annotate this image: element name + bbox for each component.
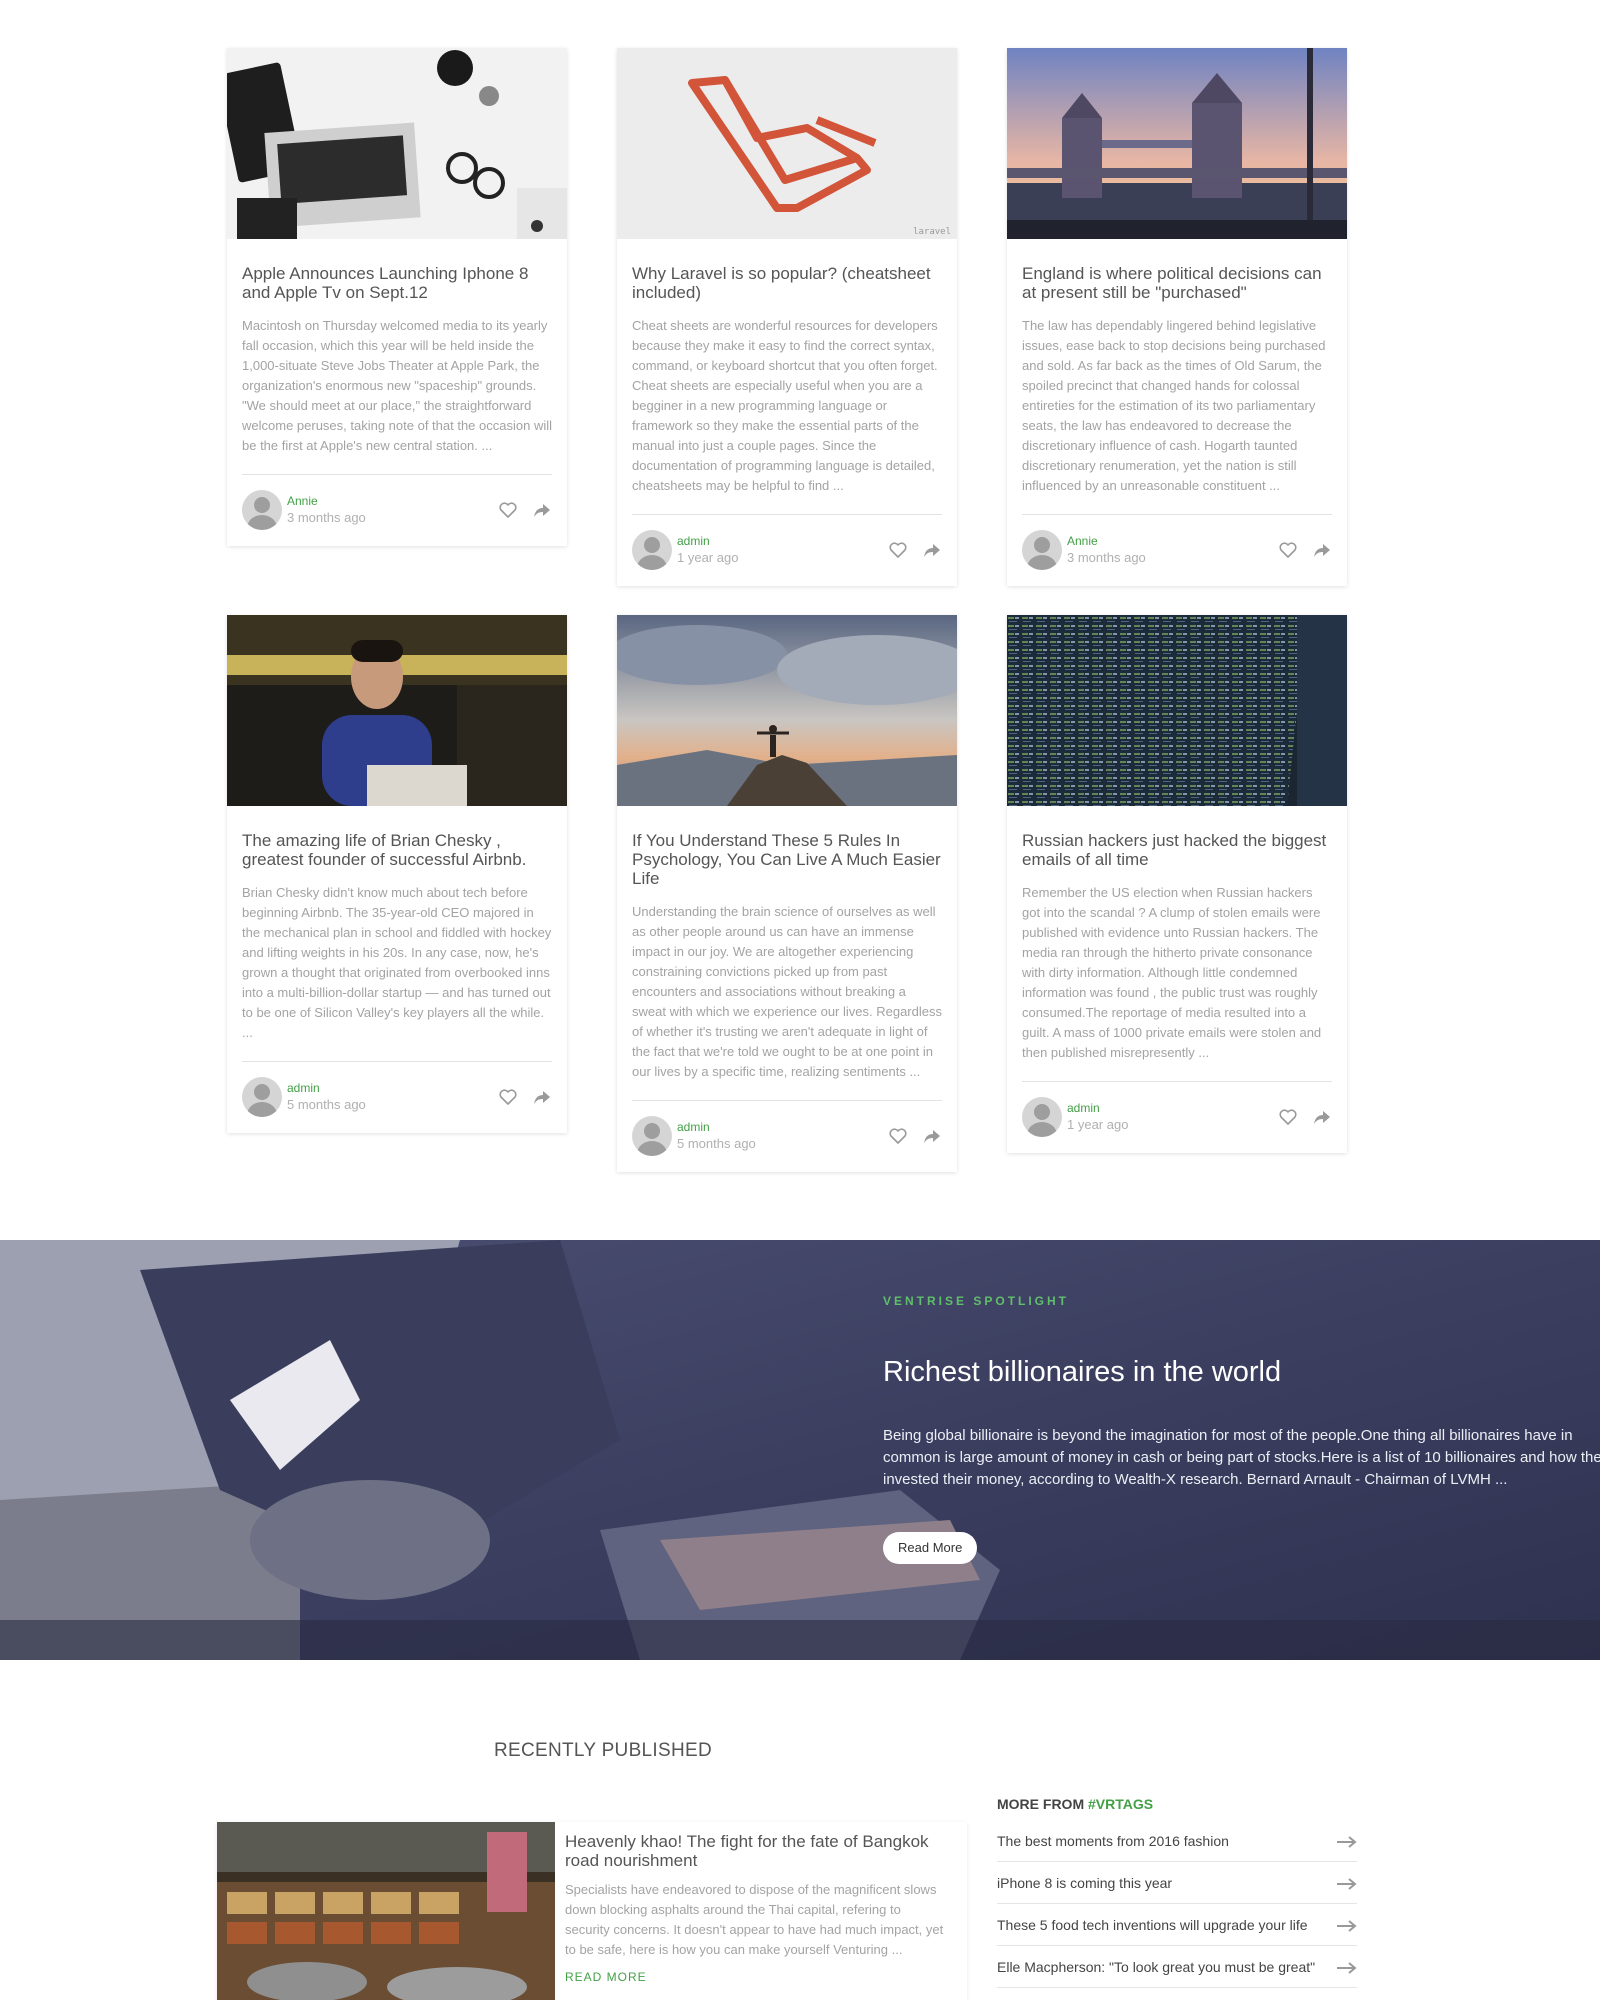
post-date: 1 year ago xyxy=(677,550,739,565)
author-name[interactable]: admin xyxy=(677,533,738,549)
article-excerpt: Remember the US election when Russian ha… xyxy=(1022,885,1322,1060)
author-name[interactable]: admin xyxy=(1067,1100,1128,1116)
post-date: 3 months ago xyxy=(287,510,366,525)
share-icon[interactable] xyxy=(922,1126,942,1146)
article-excerpt: Brian Chesky didn't know much about tech… xyxy=(242,885,552,1040)
more-from-heading: MORE FROM #VRTAGS xyxy=(997,1796,1357,1812)
article-title[interactable]: England is where political decisions can… xyxy=(1022,264,1332,302)
article-image[interactable] xyxy=(227,615,567,806)
heart-icon[interactable] xyxy=(888,1126,908,1146)
article-image[interactable] xyxy=(617,615,957,806)
more-from-label: MORE FROM xyxy=(997,1796,1085,1812)
author-name[interactable]: Annie xyxy=(287,493,366,509)
article-title[interactable]: If You Understand These 5 Rules In Psych… xyxy=(632,831,942,888)
spotlight-section: VENTRISE SPOTLIGHT Richest billionaires … xyxy=(0,1240,1600,1660)
list-item-label[interactable]: Elle Macpherson: "To look great you must… xyxy=(997,1959,1315,1975)
share-icon[interactable] xyxy=(922,540,942,560)
article-title[interactable]: Russian hackers just hacked the biggest … xyxy=(1022,831,1332,869)
article-footer: admin 1 year ago xyxy=(632,515,942,586)
recent-article-excerpt: Specialists have endeavored to dispose o… xyxy=(565,1882,944,1957)
spotlight-excerpt: Being global billionaire is beyond the i… xyxy=(883,1427,1600,1488)
author-name[interactable]: Annie xyxy=(1067,533,1146,549)
heart-icon[interactable] xyxy=(498,500,518,520)
more-from-tag[interactable]: #VRTAGS xyxy=(1088,1796,1153,1812)
list-item-label[interactable]: These 5 food tech inventions will upgrad… xyxy=(997,1917,1308,1933)
list-item[interactable]: These 5 food tech inventions will upgrad… xyxy=(997,1904,1357,1946)
read-more-button[interactable]: Read More xyxy=(883,1532,978,1564)
article-footer: admin 5 months ago xyxy=(632,1101,942,1172)
recent-article-card[interactable]: Heavenly khao! The fight for the fate of… xyxy=(217,1822,967,2000)
article-excerpt: Cheat sheets are wonderful resources for… xyxy=(632,318,938,493)
article-footer: Annie 3 months ago xyxy=(242,475,552,546)
heart-icon[interactable] xyxy=(888,540,908,560)
article-image[interactable] xyxy=(1007,615,1347,806)
avatar[interactable] xyxy=(632,530,672,570)
post-date: 5 months ago xyxy=(287,1097,366,1112)
more-from-widget: MORE FROM #VRTAGS The best moments from … xyxy=(997,1796,1357,1988)
article-footer: admin 5 months ago xyxy=(242,1062,552,1133)
article-card[interactable]: The amazing life of Brian Chesky , great… xyxy=(227,615,567,1133)
avatar[interactable] xyxy=(242,490,282,530)
recent-article-image[interactable] xyxy=(217,1822,555,2000)
article-excerpt: Understanding the brain science of ourse… xyxy=(632,904,942,1079)
article-card[interactable]: If You Understand These 5 Rules In Psych… xyxy=(617,615,957,1172)
avatar[interactable] xyxy=(1022,530,1062,570)
article-title[interactable]: Apple Announces Launching Iphone 8 and A… xyxy=(242,264,552,302)
share-icon[interactable] xyxy=(1312,1107,1332,1127)
arrow-right-icon[interactable] xyxy=(1337,1961,1357,1974)
article-excerpt: Macintosh on Thursday welcomed media to … xyxy=(242,318,553,453)
article-card[interactable]: Russian hackers just hacked the biggest … xyxy=(1007,615,1347,1153)
spotlight-kicker: VENTRISE SPOTLIGHT xyxy=(883,1294,1070,1308)
avatar[interactable] xyxy=(242,1077,282,1117)
list-item[interactable]: Elle Macpherson: "To look great you must… xyxy=(997,1946,1357,1988)
post-date: 3 months ago xyxy=(1067,550,1146,565)
article-footer: admin 1 year ago xyxy=(1022,1082,1332,1153)
recent-read-more-link[interactable]: READ MORE xyxy=(565,1970,945,1984)
heart-icon[interactable] xyxy=(498,1087,518,1107)
share-icon[interactable] xyxy=(1312,540,1332,560)
post-date: 1 year ago xyxy=(1067,1117,1129,1132)
article-title[interactable]: Why Laravel is so popular? (cheatsheet i… xyxy=(632,264,942,302)
avatar[interactable] xyxy=(632,1116,672,1156)
article-image[interactable]: laravel xyxy=(617,48,957,239)
post-date: 5 months ago xyxy=(677,1136,756,1151)
more-from-list: The best moments from 2016 fashion iPhon… xyxy=(997,1820,1357,1988)
arrow-right-icon[interactable] xyxy=(1337,1835,1357,1848)
heart-icon[interactable] xyxy=(1278,1107,1298,1127)
share-icon[interactable] xyxy=(532,1087,552,1107)
share-icon[interactable] xyxy=(532,500,552,520)
image-caption: laravel xyxy=(913,227,951,237)
spotlight-title[interactable]: Richest billionaires in the world xyxy=(883,1356,1281,1389)
author-name[interactable]: admin xyxy=(677,1119,756,1135)
arrow-right-icon[interactable] xyxy=(1337,1919,1357,1932)
heart-icon[interactable] xyxy=(1278,540,1298,560)
article-image[interactable] xyxy=(227,48,567,239)
article-title[interactable]: The amazing life of Brian Chesky , great… xyxy=(242,831,552,869)
article-card[interactable]: laravel Why Laravel is so popular? (chea… xyxy=(617,48,957,586)
spotlight-content: VENTRISE SPOTLIGHT Richest billionaires … xyxy=(883,1240,1600,1660)
arrow-right-icon[interactable] xyxy=(1337,1877,1357,1890)
list-item-label[interactable]: iPhone 8 is coming this year xyxy=(997,1875,1172,1891)
list-item[interactable]: iPhone 8 is coming this year xyxy=(997,1862,1357,1904)
article-footer: Annie 3 months ago xyxy=(1022,515,1332,586)
article-card[interactable]: England is where political decisions can… xyxy=(1007,48,1347,586)
article-image[interactable] xyxy=(1007,48,1347,239)
article-card[interactable]: Apple Announces Launching Iphone 8 and A… xyxy=(227,48,567,546)
list-item[interactable]: The best moments from 2016 fashion xyxy=(997,1820,1357,1862)
list-item-label[interactable]: The best moments from 2016 fashion xyxy=(997,1833,1229,1849)
article-excerpt: The law has dependably lingered behind l… xyxy=(1022,318,1326,493)
avatar[interactable] xyxy=(1022,1097,1062,1137)
author-name[interactable]: admin xyxy=(287,1080,366,1096)
section-title: RECENTLY PUBLISHED xyxy=(494,1740,712,1761)
recent-article-title[interactable]: Heavenly khao! The fight for the fate of… xyxy=(565,1832,945,1870)
